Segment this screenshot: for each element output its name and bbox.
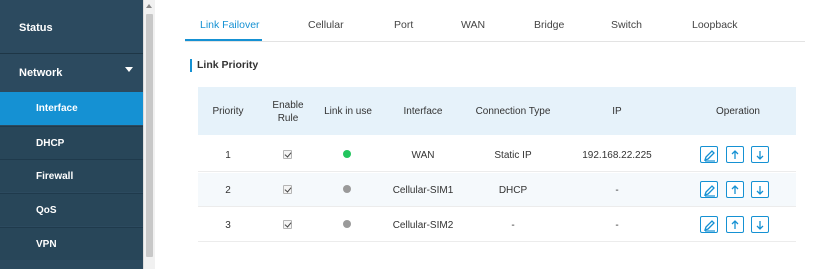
sidebar-item-label: QoS (36, 205, 57, 216)
cell-priority: 1 (225, 150, 231, 161)
scrollbar-thumb[interactable] (146, 14, 153, 257)
sidebar-item-status[interactable]: Status (0, 0, 143, 54)
cell-interface: Cellular-SIM2 (392, 220, 454, 231)
tab-wan[interactable]: WAN (461, 19, 485, 31)
move-down-button[interactable] (751, 146, 769, 163)
sidebar: Status Network Interface DHCP Firewall Q… (0, 0, 143, 269)
table-row: 1 WAN Static IP 192.168.22.225 (198, 138, 796, 172)
move-up-button[interactable] (726, 181, 744, 198)
move-up-button[interactable] (726, 146, 744, 163)
sidebar-item-label: Firewall (36, 171, 74, 182)
move-down-button[interactable] (751, 181, 769, 198)
move-down-button[interactable] (751, 216, 769, 233)
header-link-in-use: Link in use (324, 106, 372, 117)
tab-loopback[interactable]: Loopback (692, 19, 738, 31)
cell-interface: WAN (411, 150, 435, 161)
sidebar-item-label: DHCP (36, 138, 65, 149)
active-tab-indicator (185, 39, 262, 41)
cell-ip: 192.168.22.225 (582, 150, 652, 161)
header-enable-rule-line2: Rule (277, 113, 299, 124)
tab-switch[interactable]: Switch (611, 19, 642, 31)
cell-connection-type: - (511, 220, 515, 231)
sidebar-item-label: Network (19, 67, 63, 79)
cell-ip: - (615, 185, 619, 196)
sidebar-item-dhcp[interactable]: DHCP (0, 126, 143, 159)
arrow-up-icon (731, 185, 739, 194)
link-status-indicator (343, 150, 351, 158)
arrow-down-icon (756, 151, 764, 160)
cell-priority: 3 (225, 220, 231, 231)
edit-button[interactable] (700, 181, 718, 198)
sidebar-scrollbar[interactable] (143, 0, 155, 269)
header-connection-type: Connection Type (475, 106, 551, 117)
chevron-down-icon (125, 67, 133, 72)
sidebar-item-vpn[interactable]: VPN (0, 227, 143, 260)
cell-connection-type: DHCP (498, 185, 528, 196)
section-title: Link Priority (190, 59, 258, 72)
tab-bar: Link Failover Cellular Port WAN Bridge S… (185, 0, 805, 42)
arrow-up-icon (731, 150, 739, 159)
cell-ip: - (615, 220, 619, 231)
sidebar-item-label: Interface (36, 103, 78, 114)
tab-port[interactable]: Port (394, 19, 413, 31)
edit-icon (703, 220, 715, 232)
table-row: 2 Cellular-SIM1 DHCP - (198, 173, 796, 207)
edit-button[interactable] (700, 146, 718, 163)
cell-priority: 2 (225, 185, 231, 196)
arrow-down-icon (756, 221, 764, 230)
edit-icon (703, 185, 715, 197)
sidebar-item-network[interactable]: Network (0, 54, 143, 92)
enable-rule-checkbox[interactable] (283, 185, 292, 194)
edit-icon (703, 150, 715, 162)
scroll-up-icon[interactable] (146, 4, 152, 8)
header-operation: Operation (716, 106, 760, 117)
arrow-down-icon (756, 186, 764, 195)
header-enable-rule-line1: Enable (272, 100, 304, 111)
cell-interface: Cellular-SIM1 (392, 185, 454, 196)
header-interface: Interface (403, 106, 443, 117)
link-status-indicator (343, 185, 351, 193)
table-row: 3 Cellular-SIM2 - - (198, 208, 796, 242)
link-status-indicator (343, 220, 351, 228)
arrow-up-icon (731, 220, 739, 229)
sidebar-item-firewall[interactable]: Firewall (0, 159, 143, 192)
tab-cellular[interactable]: Cellular (308, 19, 344, 31)
tab-bridge[interactable]: Bridge (534, 19, 564, 31)
header-ip: IP (612, 106, 622, 117)
sidebar-item-interface[interactable]: Interface (0, 92, 143, 125)
sidebar-item-qos[interactable]: QoS (0, 193, 143, 226)
move-up-button[interactable] (726, 216, 744, 233)
tab-link-failover[interactable]: Link Failover (200, 19, 260, 31)
cell-connection-type: Static IP (494, 150, 532, 161)
sidebar-item-label: VPN (36, 239, 57, 250)
table-header: Priority Enable Rule Link in use Interfa… (198, 87, 796, 135)
header-enable-rule: Enable Rule (258, 99, 318, 125)
enable-rule-checkbox[interactable] (283, 220, 292, 229)
enable-rule-checkbox[interactable] (283, 150, 292, 159)
edit-button[interactable] (700, 216, 718, 233)
sidebar-item-label: Status (19, 22, 53, 34)
header-priority: Priority (212, 106, 244, 117)
